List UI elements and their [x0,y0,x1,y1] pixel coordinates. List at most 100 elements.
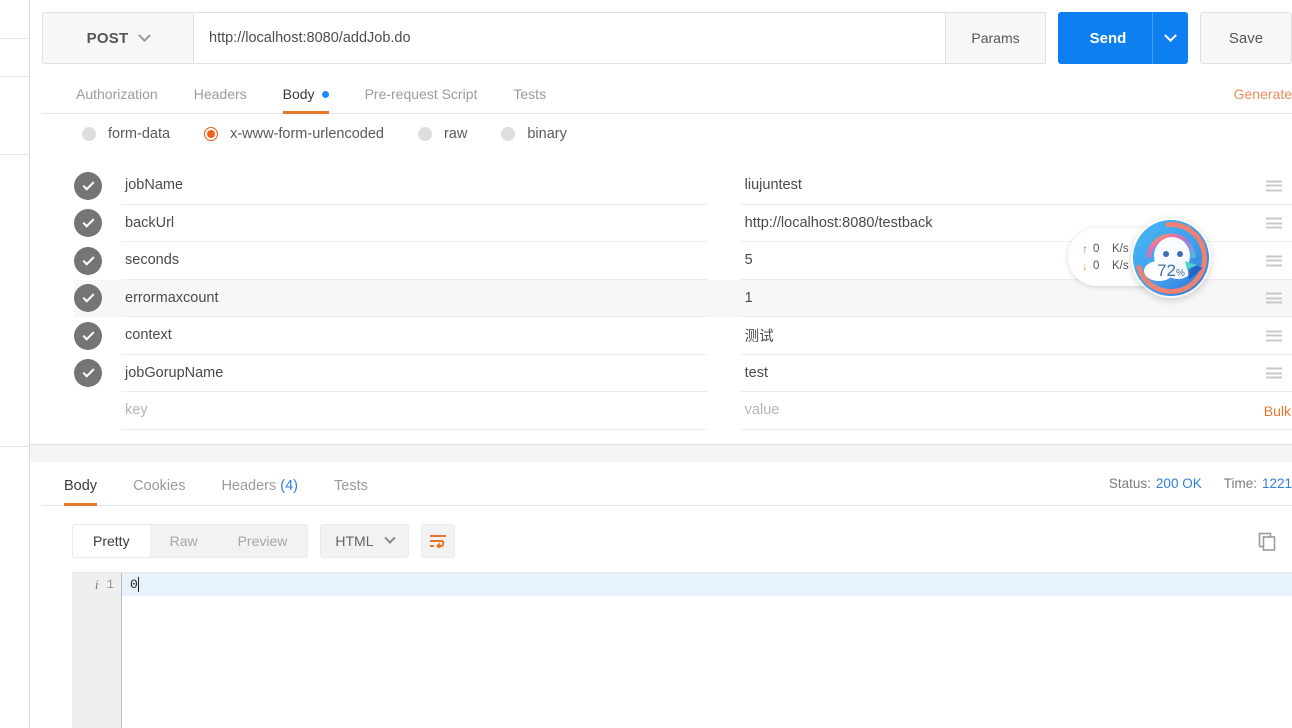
tab-label: Body [64,478,98,494]
tab-authorization[interactable]: Authorization [42,86,176,113]
editor-gutter: i 1 [72,573,122,728]
response-tab-tests[interactable]: Tests [316,478,386,505]
code-text: 0 [130,577,138,592]
format-label: HTML [335,533,374,549]
status-label: Status: [1108,476,1151,491]
code-line[interactable]: 0 [122,573,1292,596]
tab-body[interactable]: Body [265,86,347,114]
row-checkbox[interactable] [74,284,102,313]
row-menu-icon[interactable] [1266,217,1282,229]
response-tab-cookies[interactable]: Cookies [115,478,203,505]
http-method-selector[interactable]: POST [42,12,194,64]
chevron-down-icon [383,532,396,544]
row-value[interactable]: http://localhost:8080/testback [740,205,1292,242]
radio-label: binary [527,126,567,142]
request-pane: POST http://localhost:8080/addJob.do Par… [30,0,1292,445]
row-menu-icon[interactable] [1266,292,1282,304]
check-icon [81,328,95,341]
send-button[interactable]: Send [1058,12,1188,64]
row-key[interactable]: context [121,317,708,355]
copy-response-button[interactable] [1252,526,1282,556]
response-tab-headers[interactable]: Headers (4) [203,478,316,505]
view-mode-raw[interactable]: Raw [150,525,218,557]
send-button-label: Send [1089,29,1127,47]
row-key[interactable]: jobGorupName [121,355,708,392]
radio-icon [82,127,96,141]
tab-label: Cookies [133,478,186,494]
radio-label: x-www-form-urlencoded [230,126,384,142]
params-button[interactable]: Params [946,12,1046,64]
row-menu-icon[interactable] [1266,255,1282,267]
row-key[interactable]: backUrl [121,205,708,242]
table-row[interactable]: jobName liujuntest [74,167,1292,205]
row-key[interactable]: seconds [121,242,708,280]
tab-pre-request-script[interactable]: Pre-request Script [347,86,496,113]
chevron-down-icon [138,28,152,42]
time-value: 1221 [1261,476,1292,491]
request-tab-bar: Authorization Headers Body Pre-request S… [42,76,1292,114]
view-mode-preview[interactable]: Preview [218,525,308,557]
url-bar: POST http://localhost:8080/addJob.do Par… [42,12,1292,64]
body-type-raw[interactable]: raw [417,126,468,142]
row-checkbox[interactable] [74,209,102,238]
row-checkbox[interactable] [74,246,102,275]
row-value[interactable]: test [740,355,1292,392]
bulk-edit-link[interactable]: Bulk [1264,403,1291,419]
url-input[interactable]: http://localhost:8080/addJob.do [194,12,946,64]
table-row[interactable]: jobGorupName test [74,355,1292,392]
row-value[interactable]: 测试 [740,317,1292,355]
view-mode-pretty[interactable]: Pretty [73,525,150,557]
tab-label: Headers [221,478,277,494]
response-tab-body[interactable]: Body [42,478,115,506]
upload-value: 0 [1093,242,1100,255]
save-button[interactable]: Save [1200,12,1292,64]
row-menu-icon[interactable] [1266,180,1282,192]
row-key[interactable]: errormaxcount [121,280,708,317]
headers-count: (4) [280,478,298,494]
word-wrap-button[interactable] [420,524,455,558]
body-type-form-data[interactable]: form-data [82,126,170,142]
tab-tests[interactable]: Tests [495,86,564,113]
radio-label: raw [443,126,468,142]
table-row[interactable]: context 测试 [74,317,1292,355]
response-pane: Body Cookies Headers (4) Tests Status: 200… [30,462,1292,728]
format-selector[interactable]: HTML [320,524,409,558]
weather-memory-ball[interactable]: 72% [1131,218,1211,298]
response-tab-bar: Body Cookies Headers (4) Tests Status: 200… [42,462,1292,506]
http-method-label: POST [86,29,129,47]
copy-icon [1258,532,1276,551]
check-icon [81,215,95,228]
tab-label: Authorization [76,86,158,102]
check-icon [81,365,95,378]
new-key-input[interactable]: key [121,392,708,430]
row-menu-icon[interactable] [1266,330,1282,342]
row-value[interactable]: liujuntest [740,167,1292,205]
download-value: 0 [1093,259,1100,272]
check-icon [81,290,95,303]
arrow-up-icon: ↑ [1082,241,1088,256]
info-icon[interactable]: i [95,577,99,593]
chevron-down-icon [1164,28,1177,42]
tab-label: Headers [193,86,247,102]
view-mode-group: Pretty Raw Preview [72,524,309,558]
send-options-button[interactable] [1152,12,1188,64]
row-checkbox[interactable] [74,321,102,350]
row-menu-icon[interactable] [1266,367,1282,379]
generate-code-link[interactable]: Generate [1234,86,1292,102]
response-body-editor[interactable]: i 1 0 [72,572,1292,728]
body-type-urlencoded[interactable]: x-www-form-urlencoded [204,126,384,142]
tab-headers[interactable]: Headers [176,86,265,113]
row-checkbox[interactable] [74,171,102,200]
body-type-radio-group: form-data x-www-form-urlencoded raw bina… [82,126,567,142]
editor-content[interactable]: 0 [122,573,1292,728]
row-value[interactable]: 1 [740,280,1292,317]
row-key[interactable]: jobName [121,167,708,205]
time-badge: Time: 1221 [1224,475,1292,493]
table-row-new[interactable]: key value Bulk [74,392,1292,430]
status-value: 200 OK [1155,476,1202,491]
row-checkbox[interactable] [74,359,102,388]
gutter-line: i 1 [72,573,121,596]
key-value-table: jobName liujuntest backUrl http://localh… [74,167,1292,430]
new-value-input[interactable]: value [740,392,1292,430]
body-type-binary[interactable]: binary [501,126,567,142]
